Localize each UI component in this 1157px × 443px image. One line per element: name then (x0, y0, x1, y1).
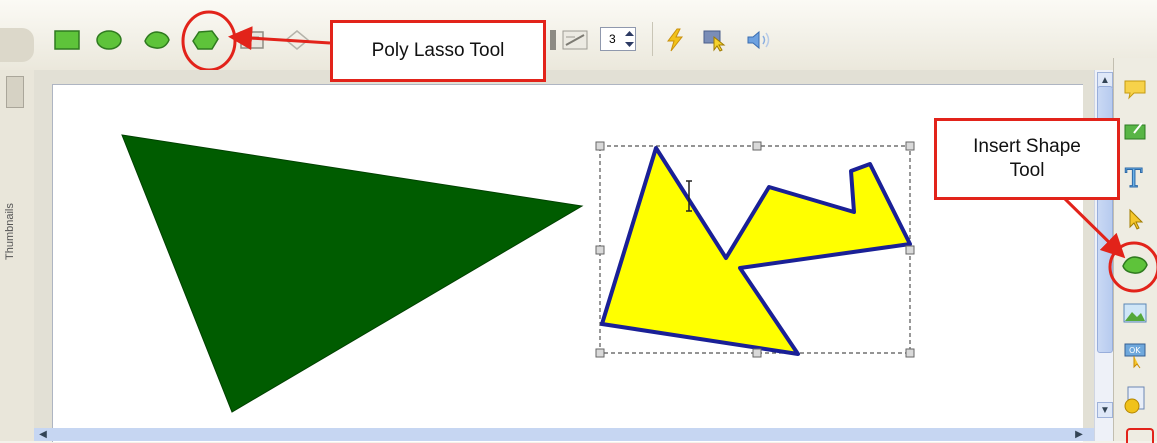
scroll-left-button[interactable]: ◀ (36, 428, 50, 441)
ellipse-tool-button[interactable] (94, 25, 124, 55)
spinner-updown-icon (625, 31, 634, 47)
oval-tool-button[interactable] (142, 25, 172, 55)
line-width-icon (562, 30, 588, 50)
oval-shape-icon (144, 31, 170, 49)
frame-tool-button[interactable] (237, 25, 267, 55)
chevron-down-icon: ▼ (1100, 404, 1110, 416)
lightning-tool-button[interactable] (660, 25, 690, 55)
thumbnails-tab-label[interactable]: Thumbnails (4, 160, 26, 260)
ellipse-shape-icon (96, 30, 122, 50)
rectangle-tool-button[interactable] (52, 25, 82, 55)
comment-tool-button[interactable] (1120, 74, 1150, 104)
chevron-right-icon: ▶ (1075, 429, 1083, 440)
line-width-button[interactable] (560, 25, 590, 55)
toolbar-grip (0, 28, 34, 62)
insert-media-button[interactable] (1120, 384, 1150, 414)
insert-shape-callout: Insert Shape Tool (934, 118, 1120, 200)
chevron-left-icon: ◀ (39, 429, 47, 440)
diamond-icon (284, 30, 310, 50)
frame-icon (240, 31, 264, 49)
text-tool-button[interactable]: T (1120, 162, 1150, 192)
sound-icon (747, 30, 770, 50)
poly-lasso-callout-text: Poly Lasso Tool (371, 40, 505, 61)
horizontal-scrollbar[interactable] (34, 428, 1094, 441)
diamond-tool-button[interactable] (282, 25, 312, 55)
spinner-arrows[interactable] (624, 28, 635, 50)
rectangle-shape-icon (54, 30, 80, 50)
text-icon: T (1125, 164, 1144, 192)
scroll-right-button[interactable]: ▶ (1072, 428, 1086, 441)
line-width-value: 3 (609, 32, 616, 46)
pointer-tool-button[interactable] (1120, 204, 1150, 234)
image-icon (1123, 303, 1147, 323)
highlight-tool-button[interactable] (1120, 116, 1150, 146)
poly-lasso-highlight-circle (181, 10, 237, 72)
chevron-up-icon: ▲ (1100, 74, 1110, 86)
insert-shape-callout-line1: Insert Shape (973, 136, 1081, 157)
select-pointer-icon (703, 30, 726, 52)
yellow-polygon-shape[interactable] (600, 146, 912, 356)
ok-button-icon: OK (1124, 343, 1146, 369)
scroll-down-button[interactable]: ▼ (1097, 402, 1113, 418)
line-style-icon (550, 30, 556, 50)
green-triangle-shape[interactable] (121, 134, 584, 413)
select-pointer-button[interactable] (700, 25, 730, 55)
svg-text:T: T (1125, 164, 1143, 191)
lightning-icon (667, 28, 684, 52)
poly-lasso-callout: Poly Lasso Tool (330, 20, 546, 82)
insert-shape-highlight-circle (1108, 241, 1157, 293)
insert-shape-callout-line2: Tool (1009, 160, 1045, 181)
svg-text:OK: OK (1129, 346, 1141, 355)
speech-bubble-icon (1124, 80, 1146, 100)
insert-image-button[interactable] (1120, 298, 1150, 328)
highlight-box-icon (1124, 122, 1146, 140)
insert-button-control[interactable]: OK (1120, 340, 1150, 370)
left-rail-tab[interactable] (6, 76, 24, 108)
media-file-icon (1124, 386, 1145, 414)
shapes-layer (121, 134, 915, 413)
sound-button[interactable] (744, 25, 774, 55)
pointer-icon (1129, 208, 1144, 230)
